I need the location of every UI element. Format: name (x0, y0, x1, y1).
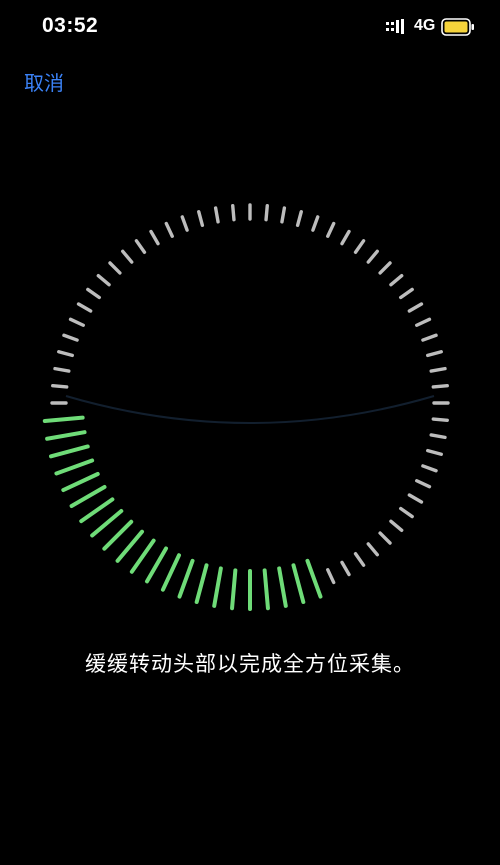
progress-tick-pending (86, 287, 101, 300)
progress-tick-pending (399, 287, 414, 300)
progress-tick-complete (90, 508, 124, 538)
progress-tick-complete (212, 566, 223, 608)
progress-tick-pending (231, 204, 236, 222)
network-type: 4G (414, 17, 436, 34)
progress-tick-pending (180, 215, 189, 232)
progress-tick-pending (378, 261, 392, 275)
progress-tick-pending (134, 239, 147, 254)
progress-tick-pending (353, 552, 366, 567)
progress-tick-complete (54, 458, 95, 476)
progress-tick-pending (62, 333, 79, 342)
progress-tick-pending (366, 542, 379, 557)
progress-tick-pending (340, 560, 351, 577)
horizon-arc (65, 395, 435, 424)
progress-tick-pending (399, 506, 414, 519)
progress-tick-pending (295, 210, 303, 227)
progress-tick-pending (415, 317, 432, 327)
progress-tick-pending (164, 221, 174, 238)
progress-tick-pending (431, 417, 449, 422)
progress-tick-complete (129, 538, 156, 574)
progress-tick-complete (49, 444, 90, 459)
progress-tick-complete (69, 485, 107, 508)
progress-ring-graphic (42, 203, 450, 611)
progress-tick-pending (53, 366, 71, 373)
progress-tick-pending (353, 239, 366, 254)
progress-tick-complete (277, 566, 288, 608)
progress-tick-pending (421, 464, 438, 473)
progress-tick-pending (121, 249, 134, 264)
progress-tick-pending (407, 493, 424, 504)
progress-tick-pending (429, 366, 447, 373)
progress-tick-pending (415, 479, 432, 489)
progress-tick-pending (68, 317, 85, 327)
progress-tick-complete (305, 558, 323, 599)
progress-tick-pending (429, 433, 447, 440)
progress-tick-pending (96, 274, 111, 287)
progress-tick-complete (194, 563, 209, 604)
progress-tick-complete (262, 568, 270, 611)
progress-tick-pending (108, 261, 122, 275)
progress-tick-pending (280, 206, 287, 224)
progress-tick-complete (177, 558, 195, 599)
progress-tick-complete (230, 568, 238, 611)
progress-tick-complete (79, 497, 115, 524)
progress-tick-pending (326, 221, 336, 238)
progress-tick-pending (57, 350, 74, 358)
progress-tick-pending (426, 448, 443, 456)
progress-tick-complete (102, 519, 134, 551)
progress-tick-pending (213, 206, 220, 224)
progress-tick-pending (426, 350, 443, 358)
progress-tick-pending (149, 229, 160, 246)
progress-tick-pending (389, 274, 404, 287)
progress-tick-pending (421, 333, 438, 342)
progress-tick-pending (197, 210, 205, 227)
progress-tick-complete (160, 553, 181, 592)
progress-tick-pending (311, 215, 320, 232)
progress-tick-complete (45, 430, 87, 441)
status-bar: 03:52 4G (0, 0, 500, 54)
progress-tick-pending (389, 519, 404, 532)
progress-tick-pending (76, 302, 93, 313)
progress-tick-pending (264, 204, 269, 222)
cellular-signal-icon (386, 19, 404, 35)
progress-tick-pending (51, 384, 69, 389)
progress-tick-complete (115, 529, 145, 563)
progress-tick-pending (431, 384, 449, 389)
progress-tick-pending (340, 229, 351, 246)
progress-tick-pending (378, 531, 392, 545)
instruction-text: 缓缓转动头部以完成全方位采集。 (85, 652, 415, 676)
progress-tick-pending (366, 249, 379, 264)
progress-tick-complete (61, 472, 100, 493)
progress-tick-complete (291, 563, 306, 604)
progress-tick-pending (326, 568, 336, 585)
face-scan-progress-ring (0, 160, 500, 640)
battery-icon (441, 18, 475, 36)
progress-tick-complete (145, 546, 168, 584)
cancel-button[interactable]: 取消 (24, 67, 64, 96)
progress-tick-complete (42, 415, 85, 423)
progress-tick-pending (407, 302, 424, 313)
status-time: 03:52 (42, 14, 99, 37)
